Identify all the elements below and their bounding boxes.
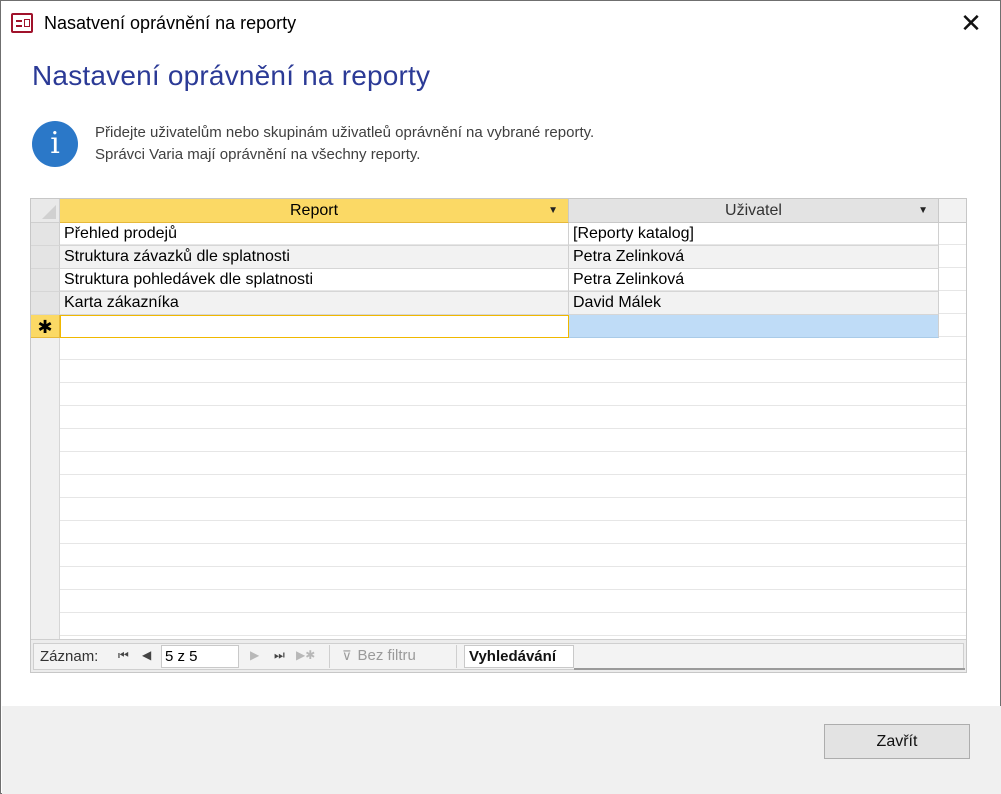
cell-report[interactable]: Karta zákazníka [60,292,569,315]
search-input[interactable]: Vyhledávání [464,645,574,668]
cell-user[interactable]: [Reporty katalog] [569,223,939,246]
cell-user[interactable]: Petra Zelinková [569,246,939,269]
row-selector[interactable] [31,269,60,292]
chevron-down-icon[interactable]: ▼ [918,199,928,222]
no-filter-icon: ⊽ [342,648,352,663]
table-row[interactable]: Struktura pohledávek dle splatnosti Petr… [31,269,966,292]
row-selector[interactable] [31,292,60,315]
cell-report[interactable]: Struktura závazků dle splatnosti [60,246,569,269]
record-navigator: Záznam: ⏮ ◀ 5 z 5 ▶ ⏭ ▶✱ ⊽ Bez filtru Vyh… [31,639,966,672]
row-selector[interactable] [31,246,60,269]
next-record-icon[interactable]: ▶ [250,648,259,662]
column-header-report[interactable]: Report ▼ [60,199,569,223]
previous-record-icon[interactable]: ◀ [142,648,151,662]
row-selector[interactable] [31,223,60,246]
first-record-icon[interactable]: ⏮ [118,648,129,663]
cell-report[interactable]: Přehled prodejů [60,223,569,246]
table-row[interactable]: Struktura závazků dle splatnosti Petra Z… [31,246,966,269]
table-row[interactable]: Přehled prodejů [Reporty katalog] [31,223,966,246]
record-position-input[interactable]: 5 z 5 [161,645,239,668]
cell-user[interactable]: David Málek [569,292,939,315]
column-header-user[interactable]: Uživatel ▼ [569,199,939,223]
info-icon: i [32,121,78,167]
close-icon[interactable]: ✕ [958,10,984,37]
chevron-down-icon[interactable]: ▼ [548,199,558,222]
window-title: Nasatvení oprávnění na reporty [44,13,297,33]
title-bar: Nasatvení oprávnění na reporty ✕ [1,1,1000,46]
form-icon [11,13,33,33]
cell-report[interactable]: Struktura pohledávek dle splatnosti [60,269,569,292]
filter-toggle[interactable]: ⊽ Bez filtru [342,647,416,664]
column-header-filler [939,199,966,223]
table-row[interactable]: Karta zákazníka David Málek [31,292,966,315]
info-line-2: Správci Varia mají oprávnění na všechny … [95,146,421,163]
new-user-cell[interactable] [569,315,939,338]
info-line-1: Přidejte uživatelům nebo skupinám uživat… [95,124,595,141]
record-label: Záznam: [40,648,99,665]
close-button[interactable]: Zavřít [824,724,970,759]
select-all-corner[interactable] [31,199,60,223]
grid-header: Report ▼ Uživatel ▼ [31,199,966,223]
new-record-row[interactable]: ✱ ⌵ [31,315,966,338]
page-title: Nastavení oprávnění na reporty [32,60,431,91]
last-record-icon[interactable]: ⏭ [274,648,285,663]
datasheet-grid: Report ▼ Uživatel ▼ Přehled prodejů [Rep… [30,198,967,673]
cell-user[interactable]: Petra Zelinková [569,269,939,292]
info-text: Přidejte uživatelům nebo skupinám uživat… [95,122,594,166]
filter-label: Bez filtru [357,647,416,664]
new-report-combobox[interactable]: ⌵ [60,315,569,338]
new-record-icon[interactable]: ✱ [31,315,60,338]
dialog-window: Nasatvení oprávnění na reporty ✕ Nastave… [0,0,1001,794]
dialog-footer: Zavřít [2,706,1001,794]
horizontal-scrollbar[interactable] [574,668,965,670]
new-record-nav-icon[interactable]: ▶✱ [296,648,315,662]
